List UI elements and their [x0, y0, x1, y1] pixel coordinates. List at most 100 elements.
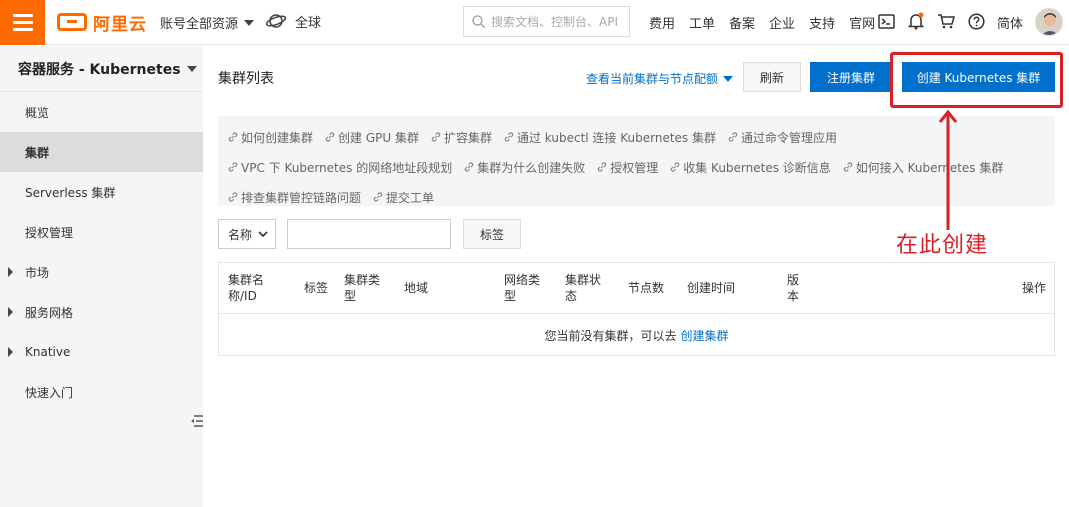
help-row: VPC 下 Kubernetes 的网络地址段规划 集群为什么创建失败 授权管理… — [228, 152, 1045, 182]
help-link[interactable]: 通过 kubectl 连接 Kubernetes 集群 — [504, 129, 716, 146]
nav-official-site[interactable]: 官网 — [849, 13, 875, 32]
chevron-down-icon — [258, 230, 268, 237]
link-icon — [228, 132, 238, 142]
annotation-arrow-icon — [938, 109, 958, 230]
sidebar: 容器服务 - Kubernetes 概览 集群 Serverless 集群 授权… — [0, 46, 203, 507]
empty-text: 您当前没有集群，可以去 — [544, 328, 677, 343]
help-row: 如何创建集群 创建 GPU 集群 扩容集群 通过 kubectl 连接 Kube… — [228, 122, 1045, 152]
sidebar-item-label: 授权管理 — [25, 225, 74, 240]
sidebar-title[interactable]: 容器服务 - Kubernetes — [0, 46, 203, 92]
create-cluster-link[interactable]: 创建集群 — [681, 327, 729, 344]
help-link-text: VPC 下 Kubernetes 的网络地址段规划 — [241, 160, 453, 175]
link-icon — [504, 132, 514, 142]
help-link-text: 如何创建集群 — [241, 130, 314, 145]
help-link-text: 集群为什么创建失败 — [477, 160, 586, 175]
help-link-text: 提交工单 — [386, 190, 435, 205]
link-icon — [843, 162, 853, 172]
help-links-panel: 如何创建集群 创建 GPU 集群 扩容集群 通过 kubectl 连接 Kube… — [218, 116, 1055, 206]
sidebar-item-service-mesh[interactable]: 服务网格 — [0, 292, 203, 332]
sidebar-item-label: Serverless 集群 — [25, 185, 116, 200]
nav-fees[interactable]: 费用 — [649, 13, 675, 32]
bell-icon[interactable] — [906, 11, 926, 31]
sidebar-item-label: Knative — [25, 345, 71, 359]
link-icon — [325, 132, 335, 142]
logo-text: 阿里云 — [93, 14, 147, 35]
refresh-button[interactable]: 刷新 — [743, 62, 801, 92]
sidebar-item-overview[interactable]: 概览 — [0, 92, 203, 132]
help-link-text: 排查集群管控链路问题 — [241, 190, 362, 205]
top-nav: 费用 工单 备案 企业 支持 官网 — [649, 13, 889, 32]
search-input[interactable] — [491, 14, 621, 29]
column-header-version: 版本 — [787, 273, 800, 303]
top-bar: 阿里云 账号全部资源 全球 费用 工单 备案 企业 支持 官网 — [0, 0, 1069, 45]
menu-line — [12, 28, 33, 31]
help-link-text: 扩容集群 — [443, 130, 492, 145]
help-link-text: 收集 Kubernetes 诊断信息 — [683, 160, 831, 175]
help-link[interactable]: 如何创建集群 — [228, 129, 313, 146]
chevron-down-icon — [186, 65, 197, 72]
help-link[interactable]: 排查集群管控链路问题 — [228, 189, 361, 206]
nav-support[interactable]: 支持 — [809, 13, 835, 32]
annotation-label: 在此创建 — [896, 233, 989, 258]
quota-link-text: 查看当前集群与节点配额 — [586, 72, 719, 86]
sidebar-item-knative[interactable]: Knative — [0, 332, 203, 372]
help-link[interactable]: VPC 下 Kubernetes 的网络地址段规划 — [228, 159, 452, 176]
help-link[interactable]: 如何接入 Kubernetes 集群 — [843, 159, 1004, 176]
column-header-nodes: 节点数 — [628, 281, 665, 295]
menu-line — [12, 21, 33, 24]
sidebar-item-authorization[interactable]: 授权管理 — [0, 212, 203, 252]
tag-filter-button[interactable]: 标签 — [463, 219, 521, 249]
help-link[interactable]: 创建 GPU 集群 — [325, 129, 419, 146]
region-selector[interactable]: 全球 — [265, 11, 321, 31]
sidebar-item-label: 市场 — [25, 265, 50, 280]
help-link[interactable]: 通过命令管理应用 — [728, 129, 837, 146]
help-link[interactable]: 提交工单 — [373, 189, 434, 206]
help-link-text: 如何接入 Kubernetes 集群 — [855, 160, 1004, 175]
filter-field-select[interactable]: 名称 — [218, 219, 276, 249]
nav-icp[interactable]: 备案 — [729, 13, 755, 32]
help-link[interactable]: 授权管理 — [597, 159, 658, 176]
sidebar-item-market[interactable]: 市场 — [0, 252, 203, 292]
chevron-down-icon — [244, 19, 255, 26]
link-icon — [228, 162, 238, 172]
terminal-icon[interactable] — [876, 11, 896, 31]
link-icon — [671, 162, 680, 172]
help-link[interactable]: 收集 Kubernetes 诊断信息 — [670, 159, 831, 176]
hamburger-menu-button[interactable] — [0, 0, 45, 45]
quota-link[interactable]: 查看当前集群与节点配额 — [586, 70, 734, 87]
filter-input[interactable] — [287, 219, 451, 249]
table-empty-row: 您当前没有集群，可以去 创建集群 — [219, 314, 1054, 356]
column-header-status: 集群状态 — [565, 273, 602, 303]
help-link[interactable]: 集群为什么创建失败 — [464, 159, 585, 176]
register-cluster-button[interactable]: 注册集群 — [810, 62, 892, 92]
region-label: 全球 — [295, 15, 322, 31]
top-icons — [876, 11, 986, 31]
aliyun-logo[interactable]: 阿里云 — [57, 11, 147, 35]
chevron-down-icon — [723, 75, 734, 82]
sidebar-item-label: 快速入门 — [25, 385, 74, 400]
collapse-sidebar-icon[interactable] — [191, 414, 203, 428]
cart-icon[interactable] — [936, 11, 956, 31]
help-link[interactable]: 扩容集群 — [431, 129, 492, 146]
avatar[interactable] — [1035, 8, 1063, 36]
account-resource-selector[interactable]: 账号全部资源 — [160, 13, 255, 32]
help-link-text: 通过 kubectl 连接 Kubernetes 集群 — [516, 130, 716, 145]
sidebar-item-quick-start[interactable]: 快速入门 — [0, 372, 203, 412]
column-header-type: 集群类型 — [344, 273, 381, 303]
link-icon — [431, 132, 441, 142]
help-row: 排查集群管控链路问题 提交工单 — [228, 182, 1045, 212]
nav-tickets[interactable]: 工单 — [689, 13, 715, 32]
sidebar-item-label: 服务网格 — [25, 305, 74, 320]
account-label: 账号全部资源 — [160, 17, 239, 32]
link-icon — [373, 192, 383, 202]
link-icon — [464, 162, 474, 172]
help-icon[interactable] — [966, 11, 986, 31]
search-box[interactable] — [463, 6, 630, 37]
filter-select-value: 名称 — [228, 227, 253, 242]
sidebar-item-clusters[interactable]: 集群 — [0, 132, 203, 172]
column-header-network: 网络类型 — [504, 273, 541, 303]
language-selector[interactable]: 简体 — [997, 13, 1023, 32]
sidebar-item-serverless[interactable]: Serverless 集群 — [0, 172, 203, 212]
column-header-created: 创建时间 — [687, 281, 736, 295]
nav-enterprise[interactable]: 企业 — [769, 13, 795, 32]
